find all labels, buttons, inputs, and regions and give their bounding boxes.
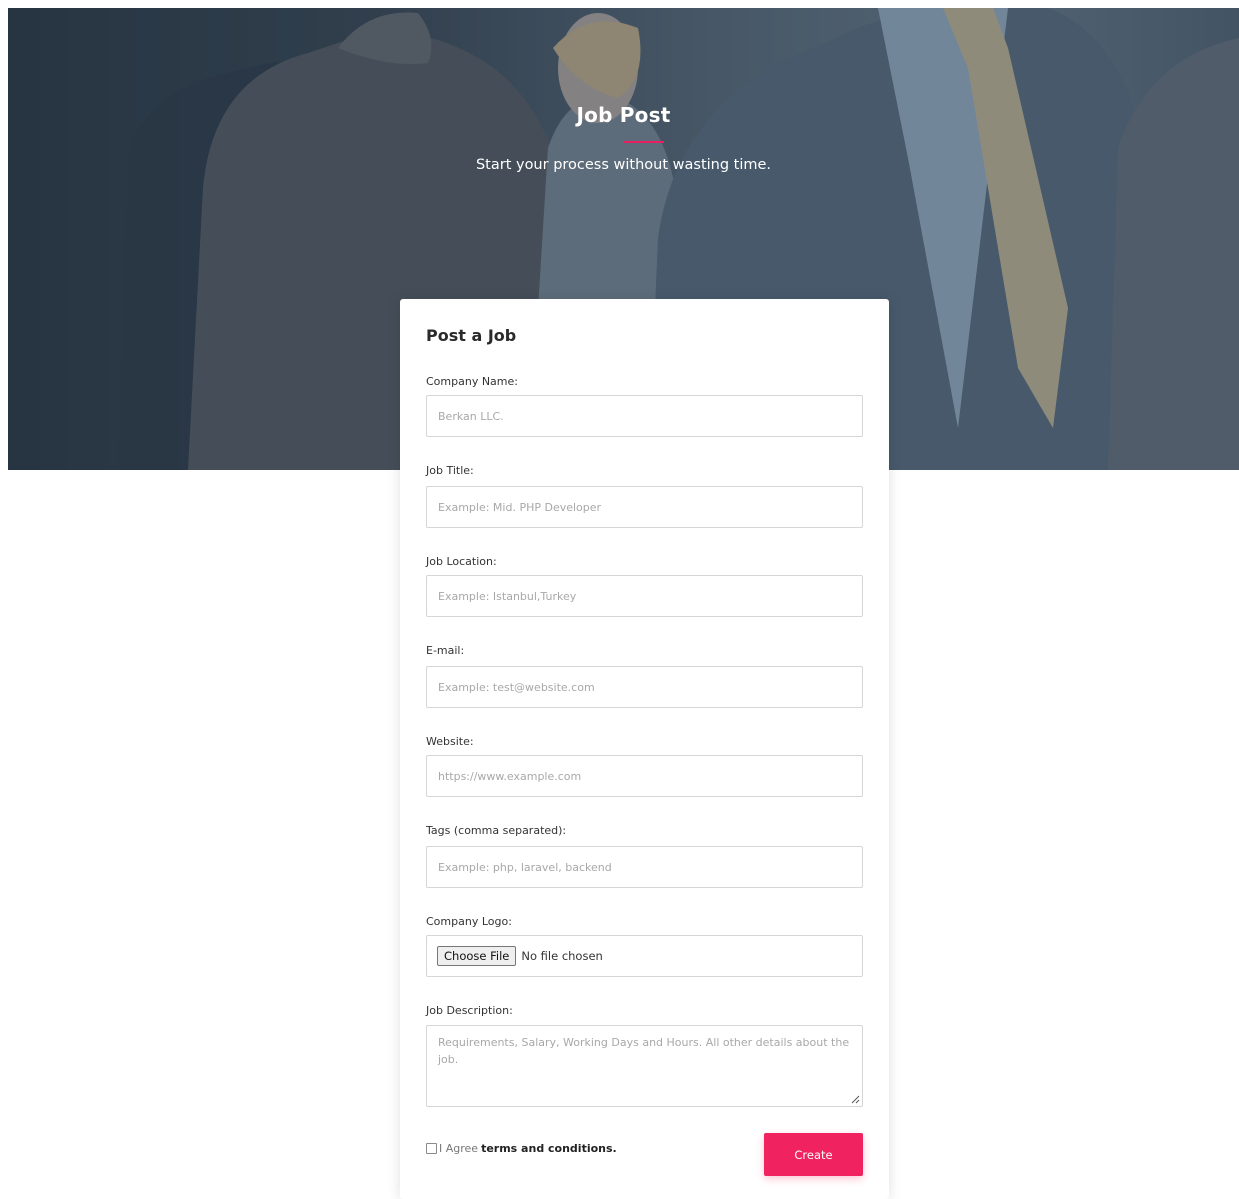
tags-field (426, 846, 863, 888)
job-title-field (426, 486, 863, 528)
company-logo-label: Company Logo: (426, 915, 512, 928)
choose-file-button[interactable]: Choose File (437, 946, 517, 966)
job-title-input[interactable] (427, 487, 862, 527)
job-location-field (426, 575, 863, 617)
job-description-field (426, 1025, 863, 1107)
form-title: Post a Job (426, 326, 517, 345)
job-description-textarea[interactable] (427, 1026, 862, 1106)
website-label: Website: (426, 735, 474, 748)
email-label: E-mail: (426, 644, 465, 657)
terms-link[interactable]: terms and conditions. (481, 1142, 617, 1155)
hero-subtitle: Start your process without wasting time. (475, 157, 772, 173)
job-location-label: Job Location: (426, 555, 497, 568)
agree-text: I Agree (439, 1142, 479, 1155)
email-field (426, 666, 863, 708)
tags-label: Tags (comma separated): (426, 824, 567, 837)
job-post-form-card: Post a Job Company Name: Job Title: Job … (400, 299, 889, 1199)
hero-title: Job Post (576, 103, 671, 127)
page: Job Post Start your process without wast… (0, 0, 1239, 1199)
hero-title-underline (624, 141, 664, 143)
create-button[interactable]: Create (764, 1133, 863, 1176)
agree-checkbox[interactable] (426, 1143, 437, 1154)
tags-input[interactable] (427, 847, 862, 887)
job-description-label: Job Description: (426, 1004, 513, 1017)
resize-grip-icon[interactable] (850, 1094, 860, 1104)
company-logo-field: Choose File No file chosen (426, 935, 863, 977)
job-location-input[interactable] (427, 576, 862, 616)
company-name-label: Company Name: (426, 375, 518, 388)
company-name-input[interactable] (427, 396, 862, 436)
email-input[interactable] (427, 667, 862, 707)
terms-agreement: I Agree terms and conditions. (426, 1142, 617, 1155)
company-name-field (426, 395, 863, 437)
website-field (426, 755, 863, 797)
job-title-label: Job Title: (426, 464, 474, 477)
file-status-text: No file chosen (521, 949, 603, 963)
website-input[interactable] (427, 756, 862, 796)
